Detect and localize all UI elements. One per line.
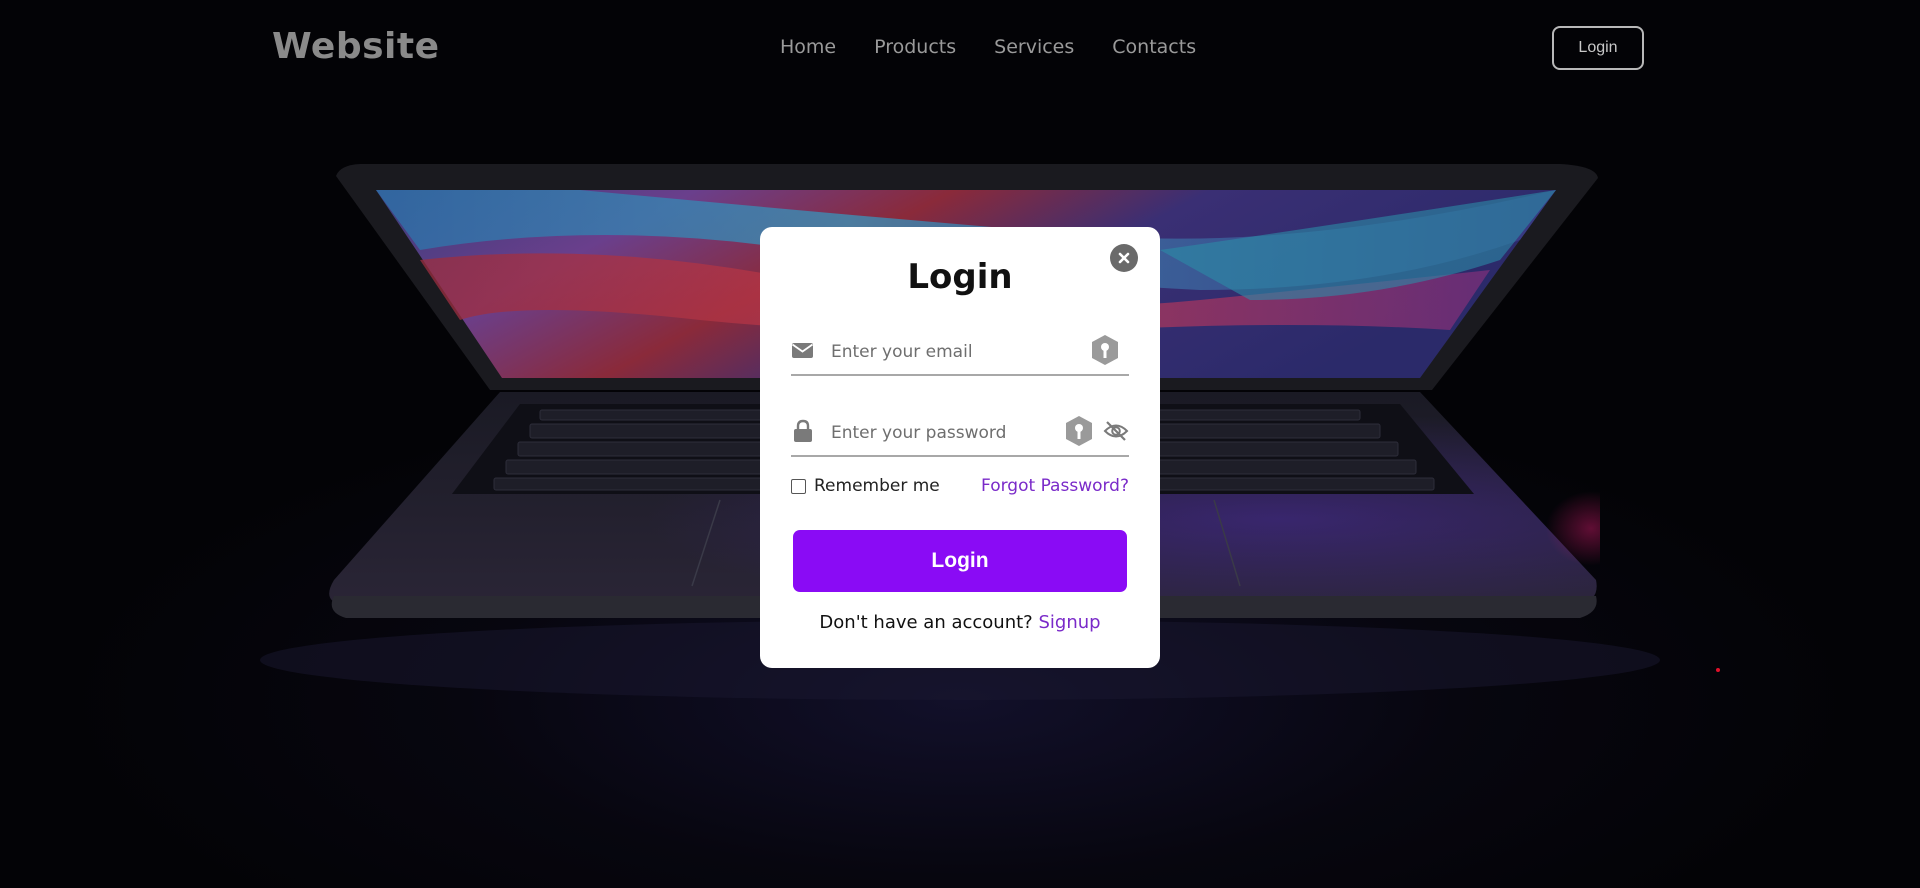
forgot-password-link[interactable]: Forgot Password?	[981, 476, 1129, 496]
decorative-dot	[1716, 668, 1720, 672]
site-header: Website Home Products Services Contacts …	[0, 0, 1920, 98]
remember-checkbox[interactable]	[791, 478, 806, 494]
eye-slash-icon[interactable]	[1103, 419, 1129, 443]
envelope-icon	[791, 343, 814, 358]
nav-home[interactable]: Home	[780, 36, 836, 58]
signup-prompt: Don't have an account? Signup	[760, 612, 1160, 633]
password-field	[791, 411, 1129, 457]
lock-icon	[794, 419, 812, 442]
nav-services[interactable]: Services	[994, 36, 1074, 58]
nav-contacts[interactable]: Contacts	[1112, 36, 1196, 58]
modal-title: Login	[907, 257, 1013, 297]
key-icon	[1092, 335, 1118, 365]
nav-products[interactable]: Products	[874, 36, 956, 58]
signup-text: Don't have an account?	[819, 612, 1033, 633]
password-input[interactable]	[829, 417, 1083, 449]
main-nav: Home Products Services Contacts	[780, 36, 1196, 58]
email-field	[791, 330, 1129, 376]
header-login-button[interactable]: Login	[1552, 26, 1644, 70]
login-submit-button[interactable]: Login	[793, 530, 1127, 592]
site-logo[interactable]: Website	[272, 26, 440, 67]
remember-label: Remember me	[814, 476, 940, 496]
key-icon	[1066, 416, 1092, 446]
signup-link[interactable]: Signup	[1038, 612, 1100, 633]
remember-me[interactable]: Remember me	[791, 476, 940, 496]
email-input[interactable]	[829, 336, 1083, 368]
page: Website Home Products Services Contacts …	[0, 0, 1920, 888]
